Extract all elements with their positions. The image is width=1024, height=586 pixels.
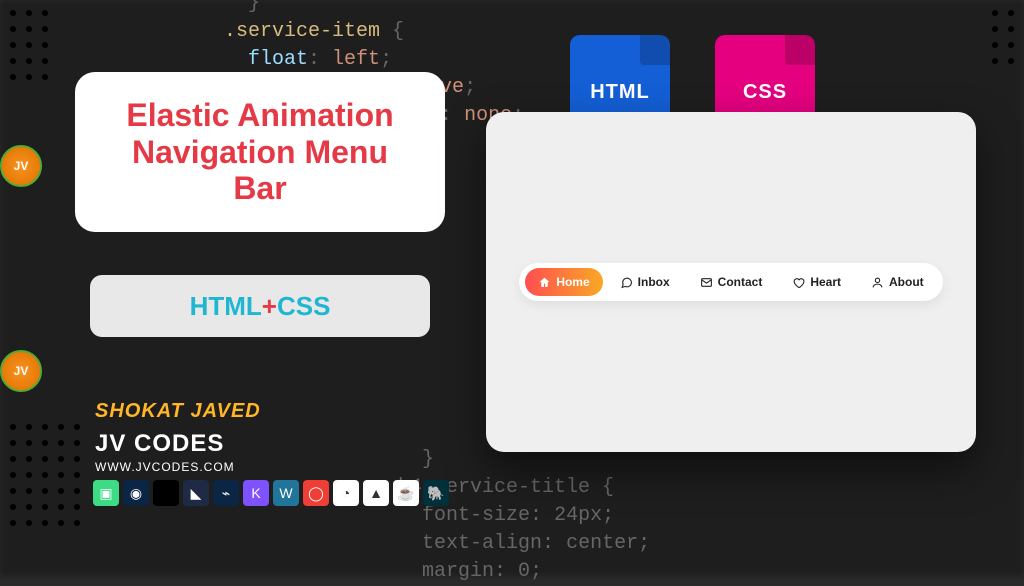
home-icon [538,276,551,289]
nav-item-inbox[interactable]: Inbox [607,268,683,296]
nav-item-label: About [889,275,924,289]
firebase-icon: ▲ [363,480,389,506]
nav-item-home[interactable]: Home [525,268,602,296]
hero-title-line: Bar [233,170,286,206]
hero-subtitle-panel: HTML + CSS [90,275,430,337]
navigation-bar: Home Inbox Contact Heart About [519,263,942,301]
chat-icon [620,276,633,289]
vscode-icon: ⌁ [213,480,239,506]
wordpress-icon: W [273,480,299,506]
nav-item-label: Contact [718,275,763,289]
hero-title-line: Navigation Menu [132,134,388,170]
decorative-dots [10,424,80,526]
hero-title-panel: Elastic Animation Navigation Menu Bar [75,72,445,232]
mail-icon [700,276,713,289]
decorative-dots [10,10,48,80]
file-icon-label: HTML [590,81,650,104]
nav-item-about[interactable]: About [858,268,937,296]
author-name: SHOKAT JAVED [95,400,261,423]
jv-badge-icon: JV [0,145,42,187]
nav-item-label: Heart [810,275,841,289]
preview-card: Home Inbox Contact Heart About [486,112,976,452]
android-icon: ▣ [93,480,119,506]
kotlin-icon: K [243,480,269,506]
nav-item-label: Inbox [638,275,670,289]
subtitle-html: HTML [190,291,262,322]
hero-title-line: Elastic Animation [126,97,393,133]
nav-item-label: Home [556,275,589,289]
tech-icons-row: ▣◉ ◣⌁KW◯◔▲☕🐘 [93,480,449,506]
user-icon [871,276,884,289]
file-icon-label: CSS [743,81,787,104]
decorative-dots [992,10,1014,64]
flutter-icon: ◣ [183,480,209,506]
html5-icon: ◉ [123,480,149,506]
heart-icon [792,276,805,289]
git-icon: ◔ [333,480,359,506]
site-url: WWW.JVCODES.COM [95,460,235,474]
jv-badge-icon: JV [0,350,42,392]
subtitle-css: CSS [277,291,330,322]
hero-title: Elastic Animation Navigation Menu Bar [126,97,393,207]
gradle-icon: 🐘 [423,480,449,506]
nav-item-contact[interactable]: Contact [687,268,776,296]
nav-item-heart[interactable]: Heart [779,268,854,296]
site-name: JV CODES [95,430,224,458]
apple-icon [153,480,179,506]
decorative-code-bottom: } h4.service-title { font-size: 24px; te… [350,446,650,586]
opensrc-icon: ◯ [303,480,329,506]
subtitle-plus: + [262,291,277,322]
java-icon: ☕ [393,480,419,506]
